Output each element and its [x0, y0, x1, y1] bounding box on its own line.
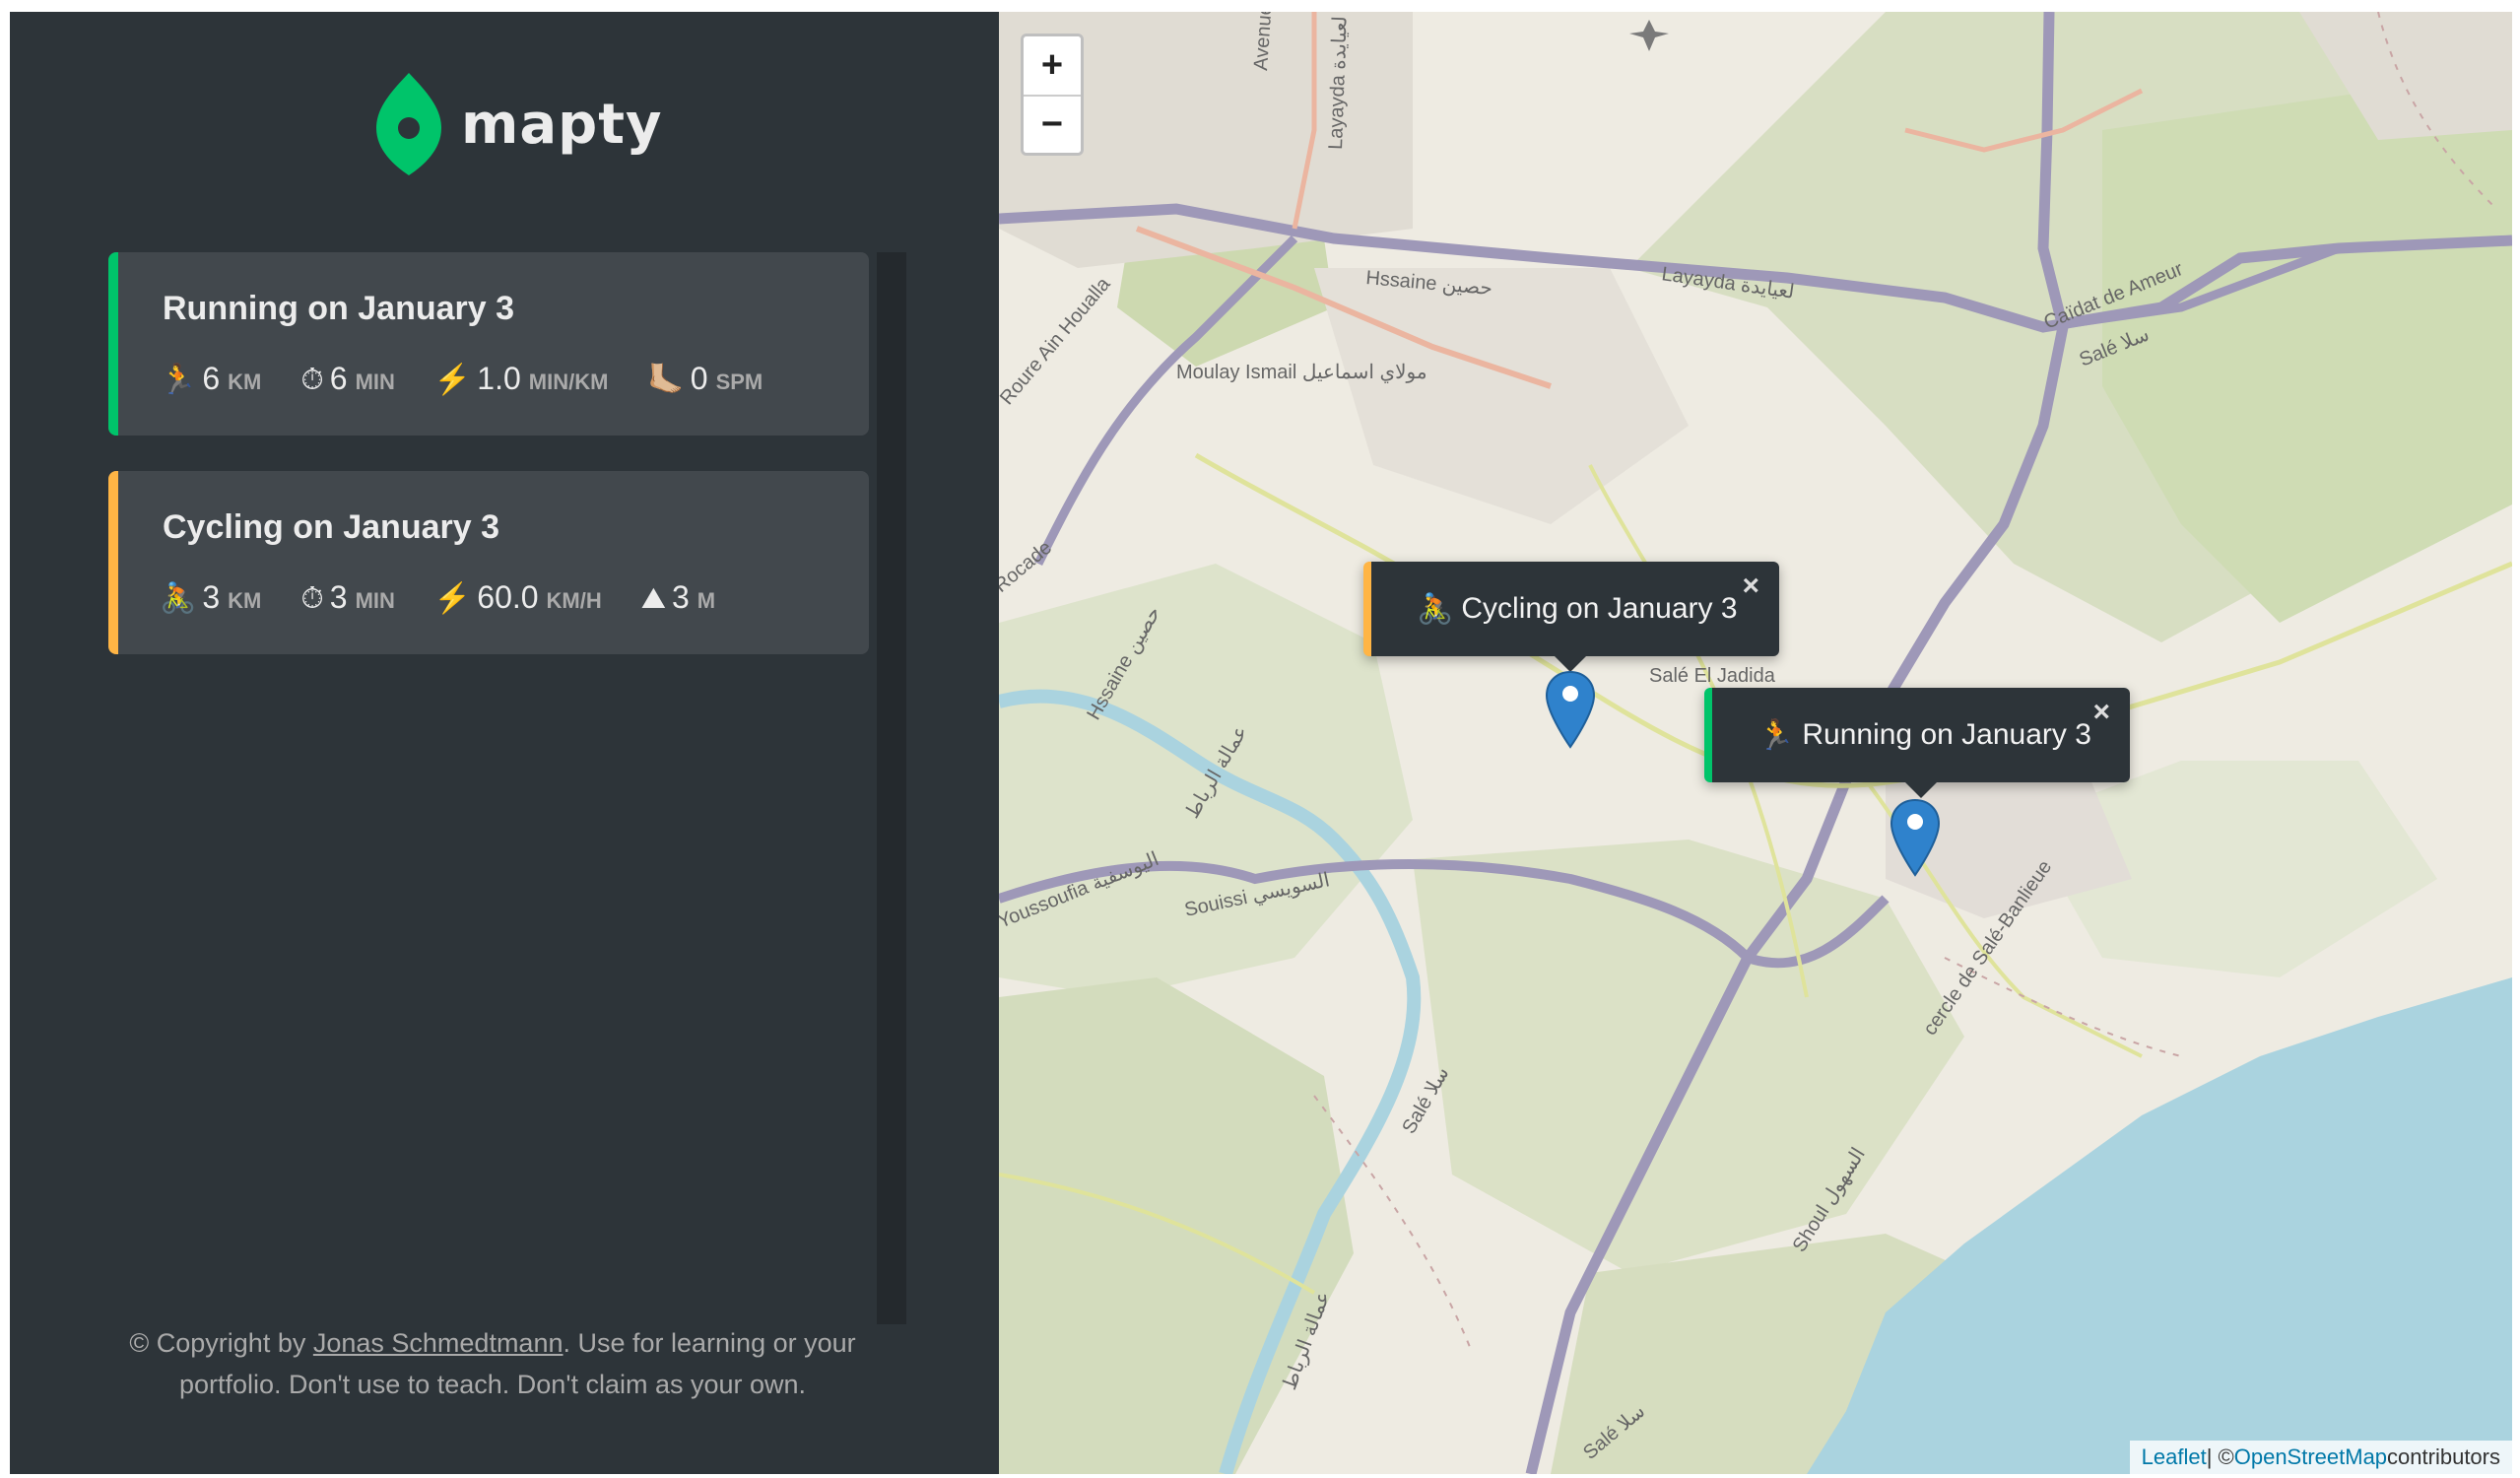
detail-unit: km	[228, 370, 262, 394]
detail-unit: m	[696, 588, 716, 613]
detail-unit: min/km	[528, 370, 609, 394]
workout-detail-duration: ⏱ 6 min	[300, 361, 395, 397]
detail-unit: km	[228, 588, 262, 613]
lightning-icon: ⚡️	[433, 582, 472, 615]
popup-tip	[1905, 782, 1937, 798]
runner-icon: 🏃	[160, 364, 197, 396]
popup-icon: 🚴	[1417, 592, 1454, 626]
workout-details: 🏃 6 km ⏱ 6 min ⚡️ 1.0 min/km 🦶🏼 0 spm	[160, 361, 802, 397]
map-popup-cycling[interactable]: 🚴 Cycling on January 3 ×	[1363, 562, 1779, 672]
popup-title: Cycling on January 3	[1461, 592, 1738, 625]
map-popup-running[interactable]: 🏃 Running on January 3 ×	[1704, 688, 2130, 798]
footprint-icon: 🦶🏼	[647, 364, 685, 396]
workout-detail-speed: ⚡️ 60.0 km/h	[434, 579, 602, 616]
zoom-in-button[interactable]: +	[1024, 36, 1081, 95]
popup-title: Running on January 3	[1802, 718, 2091, 751]
leaflet-link[interactable]: Leaflet	[2142, 1444, 2207, 1470]
author-link[interactable]: Jonas Schmedtmann	[313, 1328, 564, 1358]
workout-list-scrollbar[interactable]	[877, 252, 906, 1324]
attribution-suffix: contributors	[2387, 1444, 2500, 1469]
workout-card-running[interactable]: Running on January 3 🏃 6 km ⏱ 6 min ⚡️ 1…	[108, 252, 869, 436]
workout-detail-duration: ⏱ 3 min	[300, 579, 395, 616]
popup-close-button[interactable]: ×	[1742, 570, 1759, 603]
stopwatch-icon: ⏱	[300, 364, 324, 396]
copyright-notice: © Copyright by Jonas Schmedtmann. Use fo…	[128, 1322, 857, 1405]
detail-value: 60.0	[477, 579, 539, 615]
popup-close-button[interactable]: ×	[2092, 696, 2110, 729]
detail-value: 3	[671, 579, 690, 615]
detail-value: 6	[329, 361, 348, 396]
workout-detail-cadence: 🦶🏼 0 spm	[647, 361, 763, 397]
detail-unit: spm	[715, 370, 763, 394]
popup-icon: 🏃	[1757, 718, 1795, 752]
workout-card-cycling[interactable]: Cycling on January 3 🚴 3 km ⏱ 3 min ⚡️ 6…	[108, 471, 869, 654]
logo: mapty	[374, 71, 663, 177]
map-attribution: Leaflet | © OpenStreetMap contributors	[2129, 1441, 2512, 1474]
workout-details: 🚴 3 km ⏱ 3 min ⚡️ 60.0 km/h ⛰ 3 m	[160, 579, 755, 616]
sidebar: mapty Running on January 3 🏃 6 km ⏱ 6 mi…	[10, 12, 999, 1474]
zoom-control: + −	[1021, 34, 1084, 156]
map-marker-icon[interactable]	[1890, 798, 1941, 877]
stopwatch-icon: ⏱	[300, 582, 324, 615]
detail-value: 3	[329, 579, 348, 615]
mountain-icon: ⛰	[640, 582, 666, 615]
map-label: Salé El Jadida	[1649, 665, 1776, 687]
workout-detail-distance: 🚴 3 km	[160, 579, 261, 616]
workout-title: Cycling on January 3	[163, 508, 499, 546]
detail-unit: min	[355, 370, 395, 394]
detail-value: 0	[690, 361, 708, 396]
detail-value: 3	[202, 579, 221, 615]
map-label: Moulay Ismail مولاي اسماعيل	[1176, 362, 1427, 383]
workout-detail-elevation: ⛰ 3 m	[641, 579, 715, 616]
detail-unit: km/h	[546, 588, 602, 613]
zoom-out-button[interactable]: −	[1024, 95, 1081, 153]
attribution-separator: | ©	[2206, 1444, 2234, 1469]
map[interactable]: Avenue de l'Aviation Layayda لعيايدة Hss…	[999, 12, 2512, 1474]
map-marker-icon[interactable]	[1545, 670, 1596, 749]
workout-title: Running on January 3	[163, 290, 515, 327]
copyright-prefix: © Copyright by	[129, 1328, 313, 1358]
detail-value: 6	[202, 361, 221, 396]
detail-unit: min	[355, 588, 395, 613]
lightning-icon: ⚡️	[433, 364, 472, 396]
logo-text: mapty	[461, 92, 663, 157]
cyclist-icon: 🚴	[160, 582, 197, 615]
map-pin-logo-icon	[376, 73, 441, 175]
openstreetmap-link[interactable]: OpenStreetMap	[2234, 1444, 2387, 1470]
workout-detail-pace: ⚡️ 1.0 min/km	[434, 361, 609, 397]
detail-value: 1.0	[477, 361, 521, 396]
workout-detail-distance: 🏃 6 km	[160, 361, 261, 397]
